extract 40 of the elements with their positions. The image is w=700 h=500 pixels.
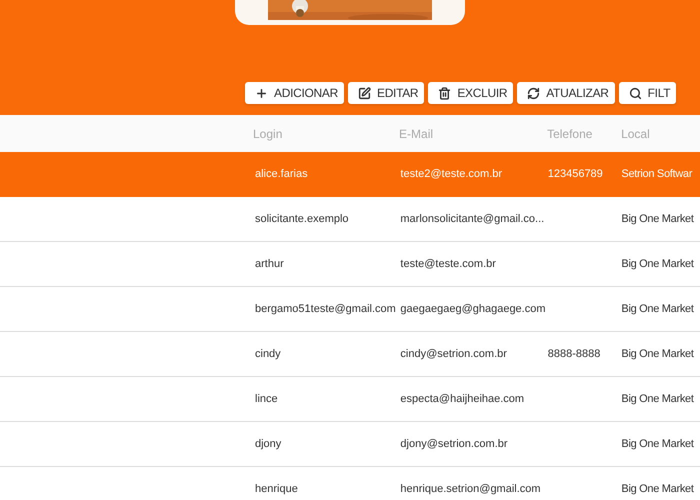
- trash-icon: [438, 86, 452, 100]
- table-cell: 123456789: [548, 168, 603, 180]
- table-cell: gaegaegaeg@ghagaege.com: [400, 302, 546, 315]
- column-header: E-Mail: [399, 126, 434, 140]
- table-cell: Big One Market: [621, 302, 694, 315]
- table-cell: bergamo51teste@gmail.com: [255, 302, 396, 315]
- table-cell: lince: [255, 392, 278, 405]
- refresh-icon: [527, 86, 540, 100]
- table-cell: Big One Market: [621, 392, 694, 405]
- table-cell: marlonsolicitante@gmail.co...: [400, 212, 544, 225]
- table-cell: henrique.setrion@gmail.com: [400, 482, 541, 495]
- edit-icon: [358, 86, 371, 100]
- toolbar-button[interactable]: EDITAR: [348, 82, 424, 104]
- table-cell: 8888-8888: [548, 348, 600, 360]
- table-cell: teste@teste.com.br: [400, 258, 496, 270]
- table-cell: solicitante.exemplo: [255, 212, 349, 225]
- toolbar-button[interactable]: ADICIONAR: [245, 82, 344, 104]
- table-cell: teste2@teste.com.br: [400, 168, 502, 180]
- toolbar-button[interactable]: ATUALIZAR: [517, 82, 615, 104]
- table-cell: djony: [255, 438, 282, 450]
- table-cell: arthur: [255, 258, 284, 270]
- table-cell: cindy: [255, 348, 281, 360]
- table-cell: djony@setrion.com.br: [400, 438, 508, 450]
- table-cell: henrique: [255, 482, 298, 495]
- toolbar-button[interactable]: FILT: [618, 82, 676, 104]
- table-cell: Setrion Softwar: [621, 168, 692, 180]
- column-header: Telefone: [547, 126, 592, 140]
- table-cell: alice.farias: [255, 168, 308, 180]
- table-cell: Big One Market: [621, 482, 694, 495]
- search-icon: [628, 86, 642, 100]
- table-cell: cindy@setrion.com.br: [400, 348, 507, 360]
- toolbar-button[interactable]: EXCLUIR: [428, 82, 514, 104]
- table-cell: Big One Market: [621, 348, 694, 360]
- column-header: Login: [253, 126, 282, 140]
- plus-icon: [255, 86, 268, 100]
- column-header: Local: [621, 126, 650, 140]
- table-cell: Big One Market: [621, 258, 694, 270]
- table-cell: Big One Market: [621, 438, 694, 450]
- table-cell: Big One Market: [621, 212, 694, 225]
- table-cell: especta@haijheihae.com: [400, 392, 524, 405]
